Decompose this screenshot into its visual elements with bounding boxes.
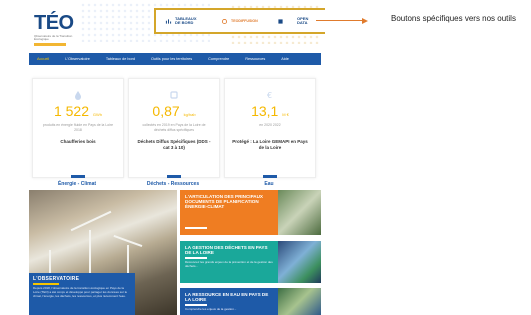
main-navigation: Accueil L'Observatoire Tableaux de bord …	[29, 53, 321, 65]
indicator-value: 0,87 kg/hab	[152, 103, 196, 119]
open-data-button-label: OPEN DATA	[297, 15, 309, 25]
annotation-text: Boutons spécifiques vers nos outils	[391, 14, 516, 23]
panel-title: L'ARTICULATION DES PRINCIPAUX DOCUMENTS …	[185, 194, 263, 210]
indicator-label: Chaufferies bois	[60, 139, 96, 144]
panel-text: Comprendre les enjeux de la gestion...	[185, 307, 237, 311]
nav-item-outils[interactable]: Outils pour les territoires	[143, 57, 200, 61]
nav-item-observatoire[interactable]: L'Observatoire	[57, 57, 98, 61]
card-tab	[263, 175, 277, 178]
nav-item-tableaux-de-bord[interactable]: Tableaux de bord	[98, 57, 143, 61]
indicator-unit: kg/hab	[183, 112, 196, 117]
indicator-unit: M €	[282, 112, 289, 117]
droplet-icon	[73, 87, 83, 100]
tool-buttons-group: TABLEAUX DE BORD TeoDIFFUSION OPEN DATA	[154, 8, 325, 34]
panel-text: Découvrez les grands enjeux de la préven…	[185, 260, 273, 268]
indicator-value: 1 522 GWh	[53, 103, 103, 119]
indicator-description: en 2020 2022	[259, 123, 281, 127]
dashboard-button-label: TABLEAUX DE BORD	[175, 15, 197, 25]
card-tab	[71, 175, 85, 178]
category-energy[interactable]: Énergie - Climat	[32, 181, 122, 187]
database-icon	[276, 17, 284, 25]
panel-dechets[interactable]: LA GESTION DES DÉCHETS EN PAYS DE LA LOI…	[180, 241, 278, 283]
dashboard-icon	[164, 17, 172, 25]
indicator-description: collectés en 2019 en Pays de la Loire de…	[142, 123, 206, 132]
panel-planification[interactable]: L'ARTICULATION DES PRINCIPAUX DOCUMENTS …	[180, 190, 278, 235]
panel-thumbnail-eau	[278, 288, 321, 315]
card-tab	[167, 175, 181, 178]
open-data-button[interactable]: OPEN DATA	[276, 14, 313, 28]
indicator-card-water[interactable]: € 13,1 M € en 2020 2022 Protégé : La Loi…	[224, 78, 316, 178]
dashboard-button[interactable]: TABLEAUX DE BORD	[164, 14, 197, 28]
teo-logo[interactable]: TÉO Observatoire de la Transition Écolog…	[34, 10, 74, 48]
panel-title: LA RESSOURCE EN EAU EN PAYS DE LA LOIRE	[185, 292, 269, 303]
logo-subtitle: Observatoire de la Transition Écologique	[34, 34, 73, 41]
panel-thumbnail-dechets	[278, 241, 321, 283]
panel-underline	[185, 304, 207, 306]
category-waste[interactable]: Déchets - Ressources	[128, 181, 218, 187]
indicator-unit: GWh	[92, 112, 103, 117]
annotation-line	[316, 20, 364, 21]
observatory-block[interactable]: L'OBSERVATOIRE Depuis 2018, l'observatoi…	[29, 273, 135, 315]
indicator-description: produits en énergie fluide en Pays de la…	[42, 123, 114, 132]
panel-underline	[185, 257, 207, 259]
diffusion-button[interactable]: TeoDIFFUSION	[220, 14, 258, 28]
category-water[interactable]: Eau	[224, 181, 314, 187]
panel-title: LA GESTION DES DÉCHETS EN PAYS DE LA LOI…	[185, 245, 268, 256]
panel-thumbnail-planification	[278, 190, 321, 235]
nav-item-ressources[interactable]: Ressources	[237, 57, 273, 61]
recycle-icon	[169, 87, 179, 99]
logo-bar	[34, 43, 66, 46]
nav-item-aide[interactable]: Aide	[273, 57, 297, 61]
logo-text: TÉO	[34, 12, 74, 34]
indicator-card-waste[interactable]: 0,87 kg/hab collectés en 2019 en Pays de…	[128, 78, 220, 178]
indicator-label: Déchets Diffus Spécifiques (DDS - cat 3 …	[137, 139, 211, 150]
indicator-value: 13,1 M €	[251, 103, 289, 119]
observatory-text: Depuis 2018, l'observatoire de la transi…	[33, 286, 128, 298]
annotation-arrow-icon	[362, 17, 368, 24]
nav-item-accueil[interactable]: Accueil	[29, 57, 57, 61]
diffusion-icon	[220, 17, 228, 25]
diffusion-button-label: TeoDIFFUSION	[231, 18, 258, 23]
observatory-title: L'OBSERVATOIRE	[33, 276, 80, 282]
observatory-underline	[33, 283, 59, 285]
indicator-card-energy[interactable]: 1 522 GWh produits en énergie fluide en …	[32, 78, 124, 178]
panel-underline	[185, 227, 207, 229]
indicator-label: Protégé : La Loire GEMAPI en Pays de la …	[232, 139, 308, 150]
teo-homepage: TÉO Observatoire de la Transition Écolog…	[20, 0, 325, 315]
euro-icon: €	[265, 87, 275, 100]
svg-text:€: €	[267, 91, 272, 100]
panel-eau[interactable]: LA RESSOURCE EN EAU EN PAYS DE LA LOIRE …	[180, 288, 278, 315]
nav-item-comprendre[interactable]: Comprendre	[200, 57, 237, 61]
